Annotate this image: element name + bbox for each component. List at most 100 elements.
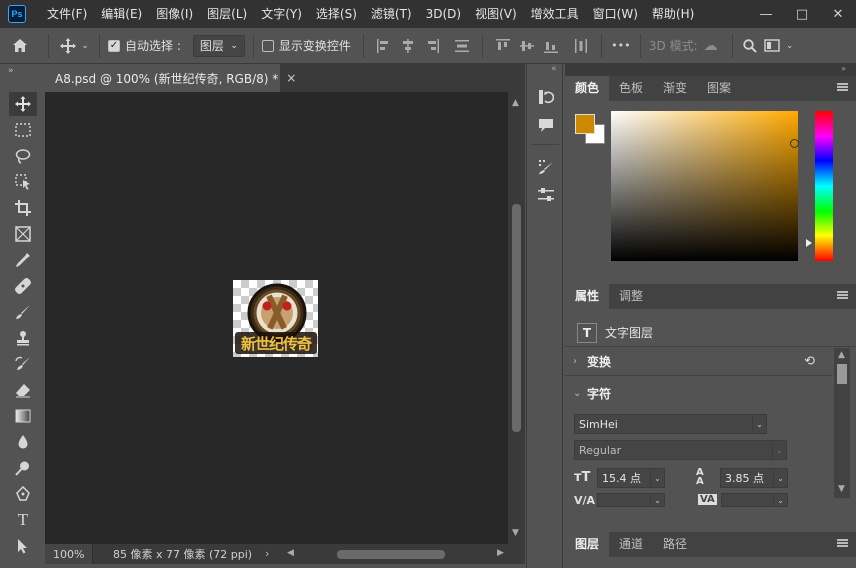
- minimize-button[interactable]: —: [748, 0, 784, 28]
- panel-menu-icon[interactable]: [837, 83, 848, 91]
- kerning-field[interactable]: ⌄: [597, 493, 665, 507]
- horizontal-scroll-thumb[interactable]: [337, 550, 445, 559]
- tracking-field[interactable]: ⌄: [721, 493, 788, 507]
- auto-select-dropdown[interactable]: 图层 ⌄: [192, 34, 245, 57]
- collapse-panels-icon[interactable]: »: [841, 64, 846, 73]
- tab-adjustments[interactable]: 调整: [609, 284, 653, 309]
- menu-select[interactable]: 选择(S): [309, 0, 364, 28]
- gradient-tool[interactable]: [9, 404, 37, 428]
- scroll-right-icon[interactable]: ▶: [497, 548, 504, 558]
- distribute-vertical-icon[interactable]: [454, 38, 470, 54]
- font-style-select[interactable]: Regular ⌄: [574, 440, 787, 460]
- expand-toolbar-icon[interactable]: »: [8, 66, 14, 76]
- hue-slider[interactable]: [815, 111, 833, 261]
- panel-menu-icon[interactable]: [837, 291, 848, 299]
- tab-paths[interactable]: 路径: [653, 532, 697, 557]
- character-section-header[interactable]: ⌄ 字符: [565, 379, 833, 407]
- panel-collapse-bar[interactable]: »: [565, 64, 856, 76]
- align-right-icon[interactable]: [424, 38, 440, 54]
- eyedropper-tool[interactable]: [9, 248, 37, 272]
- pen-tool[interactable]: [9, 482, 37, 506]
- close-tab-icon[interactable]: ×: [286, 71, 296, 85]
- properties-scroll-thumb[interactable]: [837, 364, 847, 384]
- crop-tool[interactable]: [9, 196, 37, 220]
- search-icon[interactable]: [741, 38, 759, 53]
- brush-tool[interactable]: [9, 300, 37, 324]
- horizontal-scrollbar[interactable]: ◀ ▶: [285, 548, 510, 560]
- brush-settings-icon[interactable]: [535, 156, 557, 178]
- scroll-up-icon[interactable]: ▲: [838, 350, 845, 360]
- align-top-icon[interactable]: [495, 38, 511, 54]
- workspace-icon[interactable]: [759, 39, 785, 52]
- vertical-scroll-thumb[interactable]: [512, 204, 521, 432]
- menu-help[interactable]: 帮助(H): [645, 0, 701, 28]
- home-icon[interactable]: [0, 38, 40, 53]
- adjustments-icon[interactable]: [535, 184, 557, 206]
- status-arrow-icon[interactable]: ›: [265, 547, 269, 560]
- maximize-button[interactable]: □: [784, 0, 820, 28]
- move-tool-icon[interactable]: [57, 37, 79, 54]
- comments-panel-icon[interactable]: [535, 114, 557, 136]
- tab-channels[interactable]: 通道: [609, 532, 653, 557]
- menu-type[interactable]: 文字(Y): [254, 0, 309, 28]
- tab-patterns[interactable]: 图案: [697, 76, 741, 101]
- canvas-area[interactable]: 新世纪传奇: [45, 92, 508, 544]
- history-panel-icon[interactable]: [535, 86, 557, 108]
- tab-swatches[interactable]: 色板: [609, 76, 653, 101]
- panel-menu-icon[interactable]: [837, 539, 848, 547]
- zoom-field[interactable]: 100%: [45, 544, 93, 564]
- menu-plugins[interactable]: 增效工具: [524, 0, 586, 28]
- menu-file[interactable]: 文件(F): [40, 0, 94, 28]
- menu-window[interactable]: 窗口(W): [586, 0, 645, 28]
- scroll-up-icon[interactable]: ▲: [512, 98, 519, 108]
- tab-color[interactable]: 颜色: [565, 76, 610, 101]
- tab-gradients[interactable]: 渐变: [653, 76, 697, 101]
- menu-image[interactable]: 图像(I): [149, 0, 200, 28]
- scroll-down-icon[interactable]: ▼: [838, 484, 845, 494]
- chevron-down-icon[interactable]: ⌄: [79, 41, 91, 51]
- move-tool[interactable]: [9, 92, 37, 116]
- align-left-icon[interactable]: [376, 38, 392, 54]
- menu-edit[interactable]: 编辑(E): [94, 0, 149, 28]
- vertical-scrollbar[interactable]: ▲ ▼: [508, 92, 525, 544]
- tab-layers[interactable]: 图层: [565, 532, 610, 557]
- font-size-field[interactable]: 15.4 点 ⌄: [597, 468, 665, 488]
- path-selection-tool[interactable]: [9, 534, 37, 558]
- align-bottom-icon[interactable]: [543, 38, 559, 54]
- align-horizontal-center-icon[interactable]: [400, 38, 416, 54]
- foreground-color-swatch[interactable]: [575, 114, 595, 134]
- dodge-tool[interactable]: [9, 456, 37, 480]
- saturation-brightness-field[interactable]: [611, 111, 798, 261]
- clone-stamp-tool[interactable]: [9, 326, 37, 350]
- lasso-tool[interactable]: [9, 144, 37, 168]
- tab-properties[interactable]: 属性: [565, 284, 610, 309]
- reset-transform-icon[interactable]: ⟲: [804, 354, 815, 369]
- collapse-icon[interactable]: «: [551, 64, 557, 74]
- scroll-down-icon[interactable]: ▼: [512, 528, 519, 538]
- menu-3d[interactable]: 3D(D): [419, 0, 468, 28]
- document-tab[interactable]: A8.psd @ 100% (新世纪传奇, RGB/8) * ×: [45, 64, 296, 92]
- close-button[interactable]: ✕: [820, 0, 856, 28]
- more-options-icon[interactable]: •••: [610, 39, 632, 52]
- healing-brush-tool[interactable]: [9, 274, 37, 298]
- font-family-select[interactable]: SimHei ⌄: [574, 414, 767, 434]
- chevron-down-icon[interactable]: ⌄: [785, 41, 795, 51]
- properties-scrollbar[interactable]: ▲ ▼: [834, 348, 850, 498]
- blur-tool[interactable]: [9, 430, 37, 454]
- marquee-tool[interactable]: [9, 118, 37, 142]
- distribute-horizontal-icon[interactable]: [573, 38, 589, 54]
- color-picker-handle[interactable]: [790, 139, 799, 148]
- menu-layer[interactable]: 图层(L): [200, 0, 254, 28]
- frame-tool[interactable]: [9, 222, 37, 246]
- show-transform-checkbox[interactable]: [261, 39, 274, 52]
- object-selection-tool[interactable]: [9, 170, 37, 194]
- menu-view[interactable]: 视图(V): [468, 0, 524, 28]
- auto-select-checkbox[interactable]: ✓: [108, 39, 120, 52]
- eraser-tool[interactable]: [9, 378, 37, 402]
- history-brush-tool[interactable]: [9, 352, 37, 376]
- scroll-left-icon[interactable]: ◀: [287, 548, 294, 558]
- menu-filter[interactable]: 滤镜(T): [364, 0, 419, 28]
- transform-section-header[interactable]: › 变换 ⟲: [565, 348, 833, 376]
- leading-field[interactable]: 3.85 点 ⌄: [720, 468, 788, 488]
- align-vertical-center-icon[interactable]: [519, 38, 535, 54]
